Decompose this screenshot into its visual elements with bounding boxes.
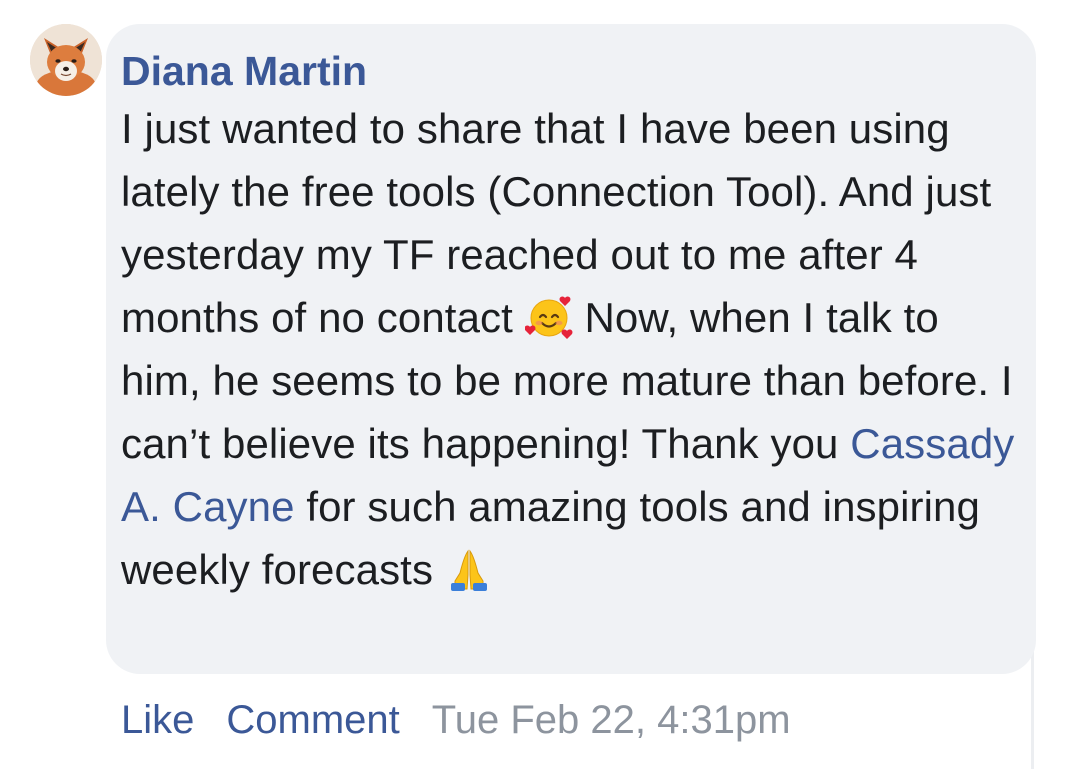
comment-author-name[interactable]: Diana Martin (121, 46, 1016, 96)
like-button[interactable]: Like (121, 698, 194, 743)
fox-avatar-icon (30, 24, 102, 96)
thread-connector-line (1031, 640, 1034, 769)
comment-button[interactable]: Comment (226, 698, 399, 743)
avatar[interactable] (30, 24, 102, 96)
comment-body: I just wanted to share that I have been … (121, 97, 1016, 601)
comment-actions: Like Comment Tue Feb 22, 4:31pm (121, 694, 791, 746)
comment-timestamp[interactable]: Tue Feb 22, 4:31pm (432, 698, 791, 743)
smiling-face-with-hearts-emoji-icon (524, 293, 573, 341)
comment-bubble: Diana Martin I just wanted to share that… (106, 24, 1036, 674)
comment-thread: Diana Martin I just wanted to share that… (0, 0, 1077, 769)
folded-hands-emoji-icon (445, 545, 493, 593)
